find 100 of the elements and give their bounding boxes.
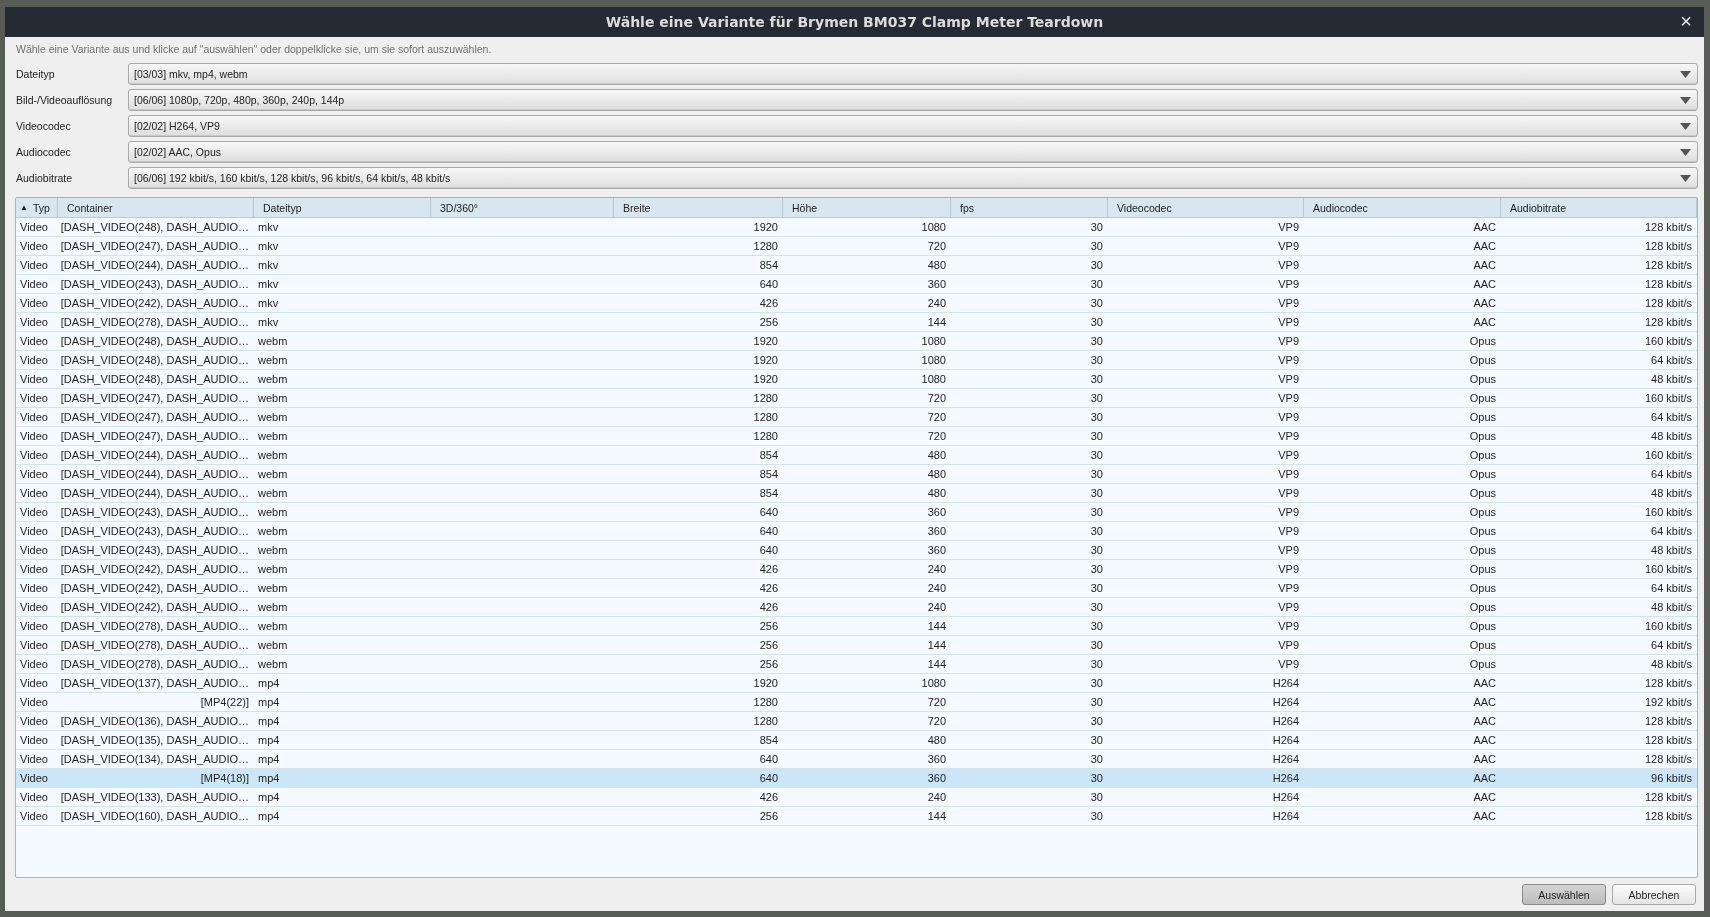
column-header[interactable]: Container <box>58 198 254 217</box>
table-cell: 1920 <box>753 373 778 385</box>
dropdown-caret-icon <box>1680 122 1691 130</box>
table-cell: [DASH_VIDEO(160), DASH_AUDIO… <box>60 810 249 822</box>
filter-dropdown[interactable]: [02/02] AAC, Opus <box>128 141 1698 163</box>
table-row[interactable]: Video [DASH_VIDEO(244), DASH_AUDIO… webm 854 480 30 VP9 Opus 160 kbit/s <box>16 446 1697 465</box>
table-cell: 240 <box>927 601 946 613</box>
table-cell: mkv <box>258 316 279 328</box>
cancel-button[interactable]: Abbrechen <box>1612 884 1696 905</box>
table-cell: Opus <box>1469 544 1496 556</box>
table-row[interactable]: Video [DASH_VIDEO(278), DASH_AUDIO… webm 256 144 30 VP9 Opus 160 kbit/s <box>16 617 1697 636</box>
table-row[interactable]: Video [DASH_VIDEO(244), DASH_AUDIO… mkv 854 480 30 VP9 AAC 128 kbit/s <box>16 256 1697 275</box>
column-header[interactable]: Breite <box>614 198 783 217</box>
table-cell: 128 kbit/s <box>1644 734 1692 746</box>
table-cell: [DASH_VIDEO(278), DASH_AUDIO… <box>60 639 249 651</box>
table-cell: 30 <box>1090 753 1103 765</box>
table-row[interactable]: Video [DASH_VIDEO(243), DASH_AUDIO… webm 640 360 30 VP9 Opus 160 kbit/s <box>16 503 1697 522</box>
table-cell: AAC <box>1473 715 1496 727</box>
table-cell: 360 <box>927 772 946 784</box>
table-row[interactable]: Video [DASH_VIDEO(244), DASH_AUDIO… webm 854 480 30 VP9 Opus 48 kbit/s <box>16 484 1697 503</box>
table-cell: mkv <box>258 240 279 252</box>
table-cell: 640 <box>759 772 778 784</box>
table-cell: H264 <box>1272 715 1299 727</box>
table-cell: Opus <box>1469 582 1496 594</box>
table-cell: 48 kbit/s <box>1651 487 1692 499</box>
table-row[interactable]: Video [DASH_VIDEO(243), DASH_AUDIO… webm 640 360 30 VP9 Opus 48 kbit/s <box>16 541 1697 560</box>
table-cell: VP9 <box>1278 297 1299 309</box>
filter-dropdown[interactable]: [06/06] 1080p, 720p, 480p, 360p, 240p, 144p <box>128 89 1698 111</box>
dropdown-caret-icon <box>1680 70 1691 78</box>
table-row[interactable]: Video [DASH_VIDEO(136), DASH_AUDIO… mp4 1280 720 30 H264 AAC 128 kbit/s <box>16 712 1697 731</box>
sort-indicator: ▲ <box>20 203 28 212</box>
dropdown-caret-icon <box>1680 96 1691 104</box>
table-cell: 1920 <box>753 354 778 366</box>
table-cell: mkv <box>258 221 279 233</box>
table-cell: 160 kbit/s <box>1644 449 1692 461</box>
table-row[interactable]: Video [DASH_VIDEO(242), DASH_AUDIO… webm 426 240 30 VP9 Opus 64 kbit/s <box>16 579 1697 598</box>
table-cell: H264 <box>1272 810 1299 822</box>
table-cell: VP9 <box>1278 373 1299 385</box>
table-cell: [DASH_VIDEO(135), DASH_AUDIO… <box>60 734 249 746</box>
table-cell: 30 <box>1090 411 1103 423</box>
table-row[interactable]: Video [DASH_VIDEO(247), DASH_AUDIO… webm 1280 720 30 VP9 Opus 160 kbit/s <box>16 389 1697 408</box>
table-row[interactable]: Video [DASH_VIDEO(244), DASH_AUDIO… webm 854 480 30 VP9 Opus 64 kbit/s <box>16 465 1697 484</box>
table-cell: webm <box>258 411 288 423</box>
table-row[interactable]: Video [DASH_VIDEO(247), DASH_AUDIO… mkv 1280 720 30 VP9 AAC 128 kbit/s <box>16 237 1697 256</box>
table-cell: Video <box>20 525 48 537</box>
filter-dropdown[interactable]: [03/03] mkv, mp4, webm <box>128 63 1698 85</box>
table-cell: Video <box>20 506 48 518</box>
table-cell: 144 <box>927 316 946 328</box>
table-row[interactable]: Video [MP4(22)] mp4 1280 720 30 H264 AAC 192 kbit/s <box>16 693 1697 712</box>
table-cell: 360 <box>927 506 946 518</box>
table-cell: Opus <box>1469 506 1496 518</box>
column-header[interactable]: Audiocodec <box>1304 198 1501 217</box>
table-cell: 128 kbit/s <box>1644 753 1692 765</box>
table-row[interactable]: Video [DASH_VIDEO(137), DASH_AUDIO… mp4 1920 1080 30 H264 AAC 128 kbit/s <box>16 674 1697 693</box>
column-header[interactable]: Höhe <box>783 198 951 217</box>
filter-dropdown[interactable]: [06/06] 192 kbit/s, 160 kbit/s, 128 kbit/s, 96 kbit/s, 64 kbit/s, 48 kbit/s <box>128 167 1698 189</box>
table-row[interactable]: Video [DASH_VIDEO(278), DASH_AUDIO… webm 256 144 30 VP9 Opus 48 kbit/s <box>16 655 1697 674</box>
table-row[interactable]: Video [DASH_VIDEO(248), DASH_AUDIO… webm 1920 1080 30 VP9 Opus 48 kbit/s <box>16 370 1697 389</box>
filter-dropdown[interactable]: [02/02] H264, VP9 <box>128 115 1698 137</box>
column-header[interactable]: 3D/360° <box>431 198 614 217</box>
table-row[interactable]: Video [DASH_VIDEO(160), DASH_AUDIO… mp4 256 144 30 H264 AAC 128 kbit/s <box>16 807 1697 826</box>
instruction-text: Wähle eine Variante aus und klicke auf "auswählen" oder doppelklicke sie, um sie sofort auszuwählen. <box>16 43 493 55</box>
table-cell: 48 kbit/s <box>1651 373 1692 385</box>
table-row[interactable]: Video [DASH_VIDEO(243), DASH_AUDIO… webm 640 360 30 VP9 Opus 64 kbit/s <box>16 522 1697 541</box>
table-cell: AAC <box>1473 734 1496 746</box>
table-cell: 128 kbit/s <box>1644 791 1692 803</box>
table-row[interactable]: Video [DASH_VIDEO(242), DASH_AUDIO… webm 426 240 30 VP9 Opus 160 kbit/s <box>16 560 1697 579</box>
column-header[interactable]: Dateityp <box>254 198 431 217</box>
table-cell: 240 <box>927 791 946 803</box>
table-cell: 48 kbit/s <box>1651 544 1692 556</box>
table-cell: [DASH_VIDEO(244), DASH_AUDIO… <box>60 449 249 461</box>
table-cell: 240 <box>927 582 946 594</box>
table-row[interactable]: Video [DASH_VIDEO(133), DASH_AUDIO… mp4 426 240 30 H264 AAC 128 kbit/s <box>16 788 1697 807</box>
table-cell: 160 kbit/s <box>1644 392 1692 404</box>
table-row[interactable]: Video [DASH_VIDEO(278), DASH_AUDIO… webm 256 144 30 VP9 Opus 64 kbit/s <box>16 636 1697 655</box>
select-button[interactable]: Auswählen <box>1522 884 1606 905</box>
table-cell: Opus <box>1469 449 1496 461</box>
table-row[interactable]: Video [DASH_VIDEO(248), DASH_AUDIO… webm 1920 1080 30 VP9 Opus 160 kbit/s <box>16 332 1697 351</box>
table-row[interactable]: Video [DASH_VIDEO(247), DASH_AUDIO… webm 1280 720 30 VP9 Opus 64 kbit/s <box>16 408 1697 427</box>
table-row[interactable]: Video [DASH_VIDEO(278), DASH_AUDIO… mkv 256 144 30 VP9 AAC 128 kbit/s <box>16 313 1697 332</box>
table-row[interactable]: Video [DASH_VIDEO(135), DASH_AUDIO… mp4 854 480 30 H264 AAC 128 kbit/s <box>16 731 1697 750</box>
table-cell: [DASH_VIDEO(278), DASH_AUDIO… <box>60 316 249 328</box>
table-cell: H264 <box>1272 753 1299 765</box>
table-cell: 30 <box>1090 468 1103 480</box>
table-row[interactable]: Video [DASH_VIDEO(247), DASH_AUDIO… webm 1280 720 30 VP9 Opus 48 kbit/s <box>16 427 1697 446</box>
table-row[interactable]: Video [DASH_VIDEO(242), DASH_AUDIO… webm 426 240 30 VP9 Opus 48 kbit/s <box>16 598 1697 617</box>
column-header[interactable]: fps <box>951 198 1108 217</box>
close-button[interactable]: × <box>1676 10 1696 32</box>
table-row[interactable]: Video [DASH_VIDEO(243), DASH_AUDIO… mkv 640 360 30 VP9 AAC 128 kbit/s <box>16 275 1697 294</box>
table-cell: [DASH_VIDEO(136), DASH_AUDIO… <box>60 715 249 727</box>
table-cell: H264 <box>1272 791 1299 803</box>
table-row[interactable]: Video [MP4(18)] mp4 640 360 30 H264 AAC 96 kbit/s <box>16 769 1697 788</box>
table-row[interactable]: Video [DASH_VIDEO(248), DASH_AUDIO… mkv 1920 1080 30 VP9 AAC 128 kbit/s <box>16 218 1697 237</box>
column-header[interactable]: Audiobitrate <box>1501 198 1697 217</box>
column-header[interactable]: ▲ Typ <box>16 198 58 217</box>
table-cell: Opus <box>1469 430 1496 442</box>
table-cell: AAC <box>1473 677 1496 689</box>
table-row[interactable]: Video [DASH_VIDEO(248), DASH_AUDIO… webm 1920 1080 30 VP9 Opus 64 kbit/s <box>16 351 1697 370</box>
table-row[interactable]: Video [DASH_VIDEO(242), DASH_AUDIO… mkv 426 240 30 VP9 AAC 128 kbit/s <box>16 294 1697 313</box>
column-header[interactable]: Videocodec <box>1108 198 1304 217</box>
